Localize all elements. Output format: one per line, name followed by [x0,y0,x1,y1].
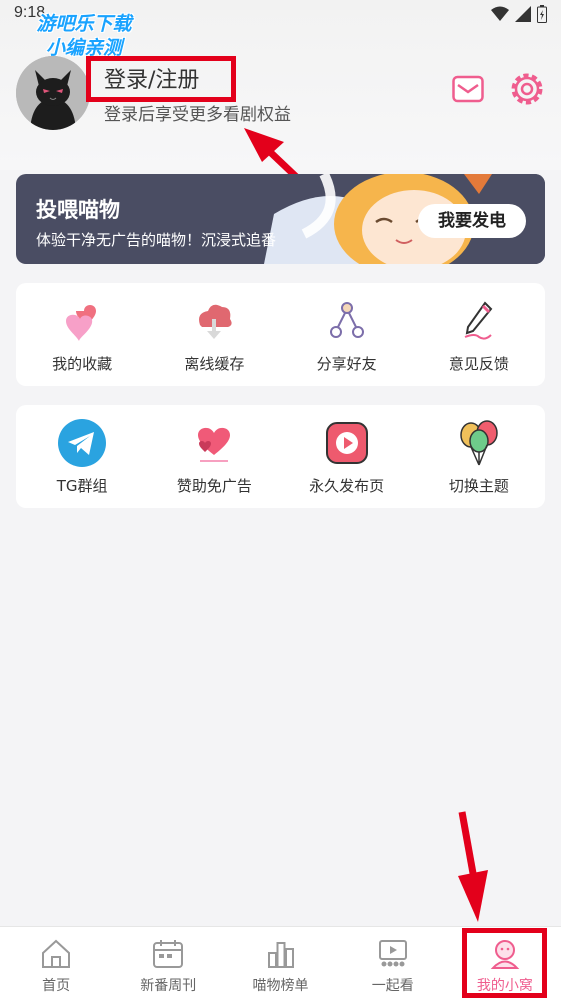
cloud-download-icon [199,304,232,339]
watermark: 游吧乐下载 小编亲测 [14,12,154,60]
banner-title: 投喂喵物 [36,198,120,222]
watch-together-icon [378,940,407,967]
feature-card-2: TG群组 赞助免广告 永久发布页 切换主题 [16,405,545,508]
battery-icon [537,5,547,23]
favorites-label: 我的收藏 [52,355,113,373]
telegram-icon [58,419,107,467]
share-friends-label: 分享好友 [316,355,377,373]
wifi-icon [491,6,509,21]
tab-home[interactable]: 首页 [0,927,112,1002]
feature-card-1: 我的收藏 离线缓存 分享好友 意见反馈 [16,283,545,386]
switch-theme-label: 切换主题 [448,477,509,495]
pen-icon [464,301,493,340]
system-icons [491,5,547,23]
permanent-page-item[interactable]: 永久发布页 [281,405,413,508]
annotation-highlight-tab [462,928,547,998]
tab-home-label: 首页 [42,978,71,994]
sponsor-no-ads-label: 赞助免广告 [176,477,252,495]
tg-group-item[interactable]: TG群组 [16,405,148,508]
black-cat-avatar-icon [16,56,90,130]
tab-ranking[interactable]: 喵物榜单 [224,927,336,1002]
feedback-label: 意见反馈 [448,355,509,373]
signal-icon [515,6,531,22]
tab-watch-together-label: 一起看 [371,978,414,994]
tab-watch-together[interactable]: 一起看 [337,927,449,1002]
balloons-icon [460,420,498,466]
play-icon [325,422,368,464]
offline-cache-label: 离线缓存 [184,355,245,373]
home-icon [42,939,71,968]
sponsor-no-ads-item[interactable]: 赞助免广告 [148,405,280,508]
share-icon [329,302,364,338]
offline-cache-item[interactable]: 离线缓存 [148,283,280,386]
tab-weekly[interactable]: 新番周刊 [112,927,224,1002]
favorites-item[interactable]: 我的收藏 [16,283,148,386]
sponsor-banner[interactable]: 投喂喵物 体验干净无广告的喵物！沉浸式追番 我要发电 [16,174,545,264]
watermark-line1: 游吧乐下载 [36,13,132,35]
calendar-icon [153,940,184,968]
gear-icon[interactable] [508,70,546,108]
annotation-highlight-login [86,56,236,102]
avatar[interactable] [16,56,90,130]
ranking-icon [267,942,294,968]
sponsor-button[interactable]: 我要发电 [418,204,526,238]
mail-icon[interactable] [452,74,484,104]
annotation-arrow-tab [458,811,488,922]
tab-weekly-label: 新番周刊 [140,978,197,994]
switch-theme-item[interactable]: 切换主题 [413,405,545,508]
heart-sponsor-icon [198,427,231,462]
tg-group-label: TG群组 [56,477,108,495]
banner-subtitle: 体验干净无广告的喵物！沉浸式追番 [36,231,277,249]
share-friends-item[interactable]: 分享好友 [281,283,413,386]
feedback-item[interactable]: 意见反馈 [413,283,545,386]
hearts-icon [66,305,97,341]
permanent-page-label: 永久发布页 [309,477,385,495]
tab-ranking-label: 喵物榜单 [252,978,309,994]
